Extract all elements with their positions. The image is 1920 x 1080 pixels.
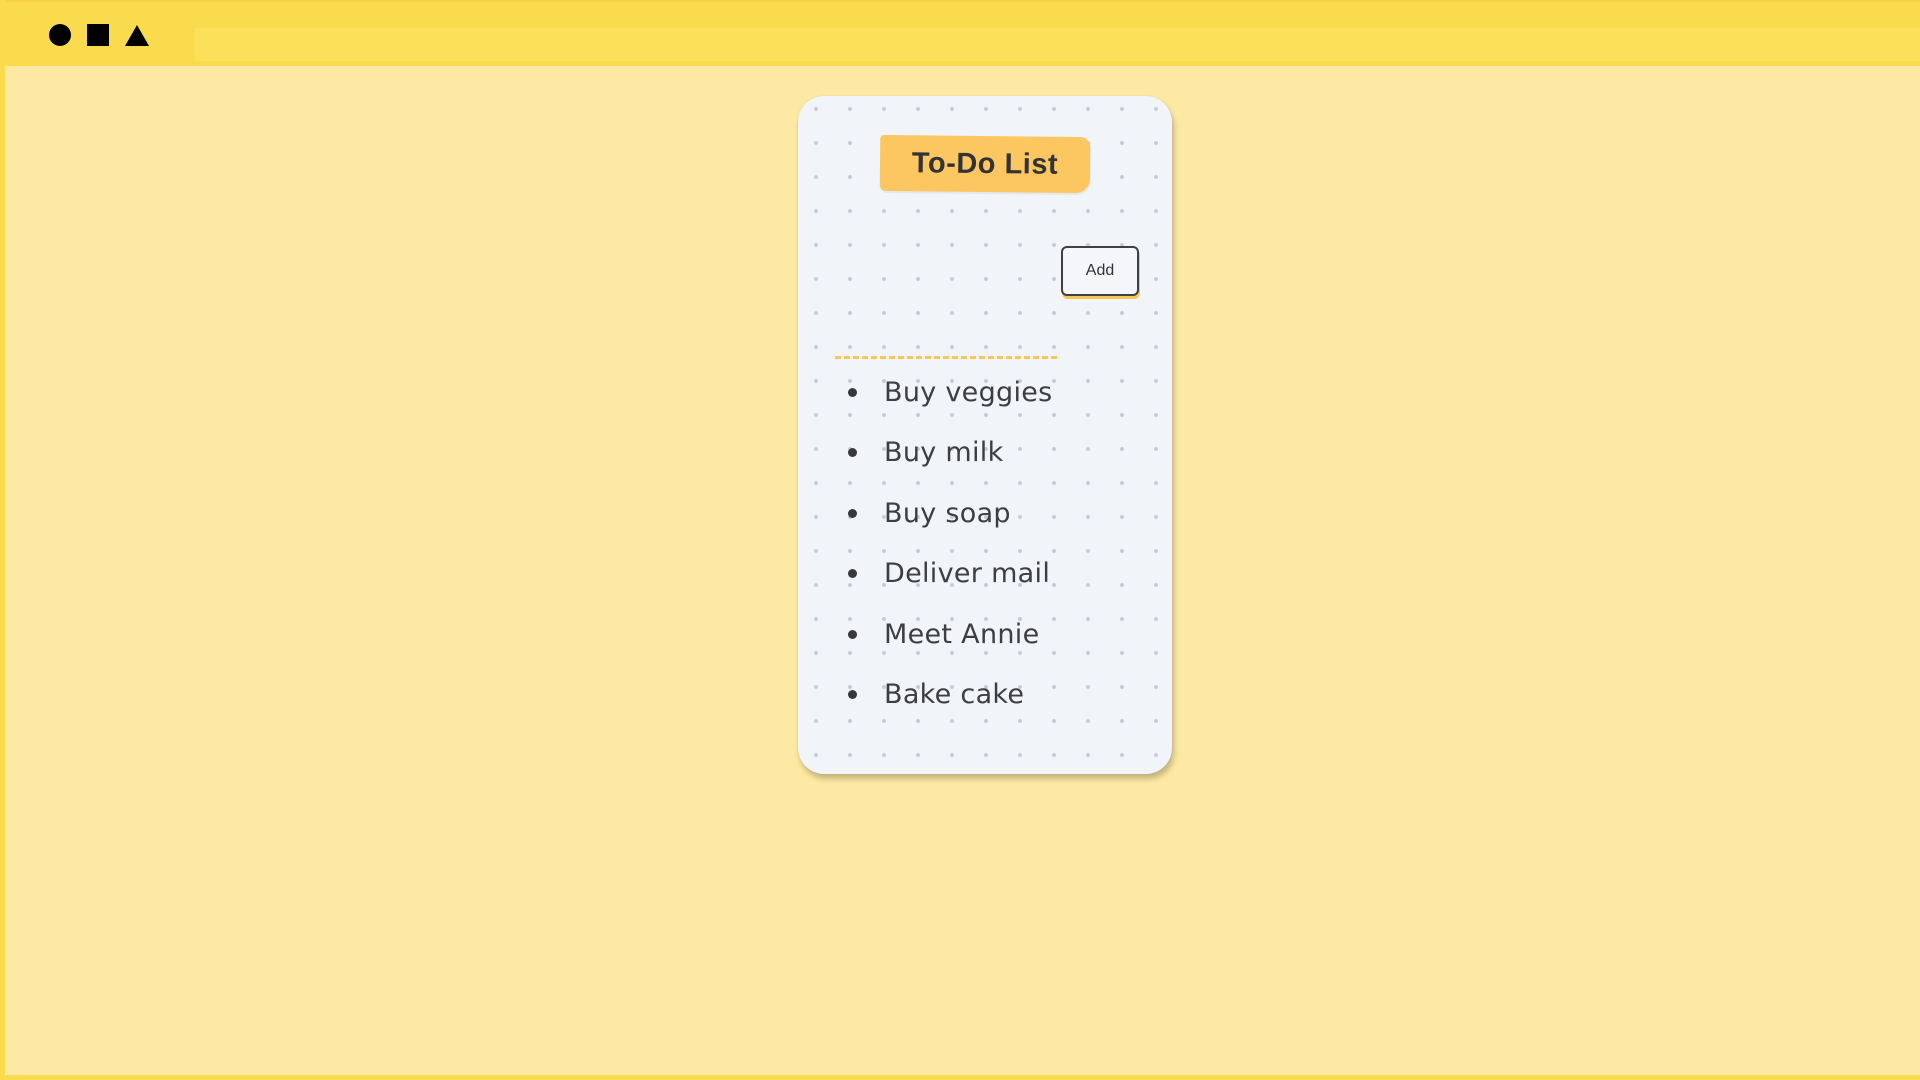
task-input[interactable] — [835, 342, 1057, 359]
list-item[interactable]: Buy milk — [848, 423, 1053, 484]
triangle-icon — [125, 24, 149, 46]
top-bar — [0, 0, 1920, 66]
bullet-icon — [848, 569, 857, 579]
list-item[interactable]: Buy soap — [848, 483, 1053, 544]
title-tag: To-Do List — [879, 134, 1091, 194]
page-title: To-Do List — [911, 146, 1059, 181]
square-icon — [87, 24, 109, 46]
list-item-label: Deliver mail — [884, 558, 1051, 590]
list-item[interactable]: Deliver mail — [848, 544, 1053, 605]
list-item-label: Buy veggies — [884, 376, 1053, 408]
list-item[interactable]: Meet Annie — [848, 604, 1053, 665]
list-item-label: Buy soap — [884, 497, 1011, 529]
top-bar-strip — [195, 28, 1920, 61]
bullet-icon — [848, 690, 857, 700]
list-item-label: Bake cake — [884, 679, 1025, 711]
bullet-icon — [848, 629, 857, 639]
bullet-icon — [848, 508, 857, 518]
circle-icon — [49, 24, 71, 46]
bullet-icon — [848, 387, 857, 397]
window-controls — [49, 24, 149, 46]
add-button[interactable]: Add — [1061, 246, 1139, 296]
list-item[interactable]: Bake cake — [848, 665, 1053, 726]
bullet-icon — [848, 448, 857, 458]
list-item-label: Meet Annie — [884, 618, 1040, 650]
list-item[interactable]: Buy veggies — [848, 362, 1053, 423]
todo-list: Buy veggies Buy milk Buy soap Deliver ma… — [848, 362, 1053, 725]
todo-card: To-Do List Add Buy veggies Buy milk Buy … — [798, 96, 1172, 774]
list-item-label: Buy milk — [884, 437, 1004, 469]
